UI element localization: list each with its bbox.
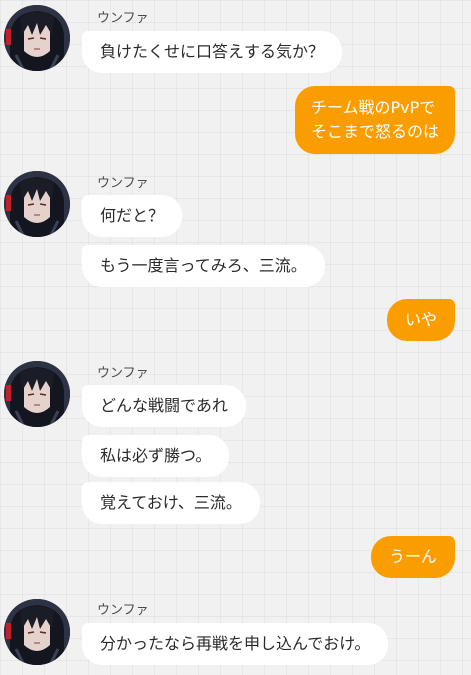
message-bubble: 何だと？ — [82, 195, 183, 237]
message-bubble-outgoing: うーん — [370, 536, 455, 578]
avatar[interactable] — [4, 171, 70, 237]
sender-name: ウンファ — [97, 11, 149, 26]
message-bubble: 覚えておけ、三流。 — [82, 482, 260, 524]
avatar[interactable] — [4, 5, 70, 71]
sender-name: ウンファ — [97, 603, 149, 618]
message-bubble: どんな戦闘であれ — [82, 385, 246, 427]
message-bubble: 私は必ず勝つ。 — [82, 435, 230, 477]
avatar[interactable] — [4, 361, 70, 427]
sender-name: ウンファ — [97, 176, 149, 191]
message-bubble: 分かったなら再戦を申し込んでおけ。 — [82, 623, 389, 665]
message-bubble-outgoing: チーム戦のPvPで そこまで怒るのは — [294, 86, 455, 154]
sender-name: ウンファ — [97, 366, 149, 381]
chat-log[interactable]: ウンファ 負けたくせに口答えする気か？ チーム戦のPvPで そこまで怒るのは ウ… — [0, 0, 471, 675]
message-bubble: 負けたくせに口答えする気か？ — [82, 31, 343, 73]
message-line: そこまで怒るのは — [310, 122, 439, 141]
message-line: チーム戦のPvPで — [310, 98, 436, 117]
avatar[interactable] — [4, 599, 70, 665]
message-bubble: もう一度言ってみろ、三流。 — [82, 245, 325, 287]
message-bubble-outgoing: いや — [386, 299, 455, 341]
